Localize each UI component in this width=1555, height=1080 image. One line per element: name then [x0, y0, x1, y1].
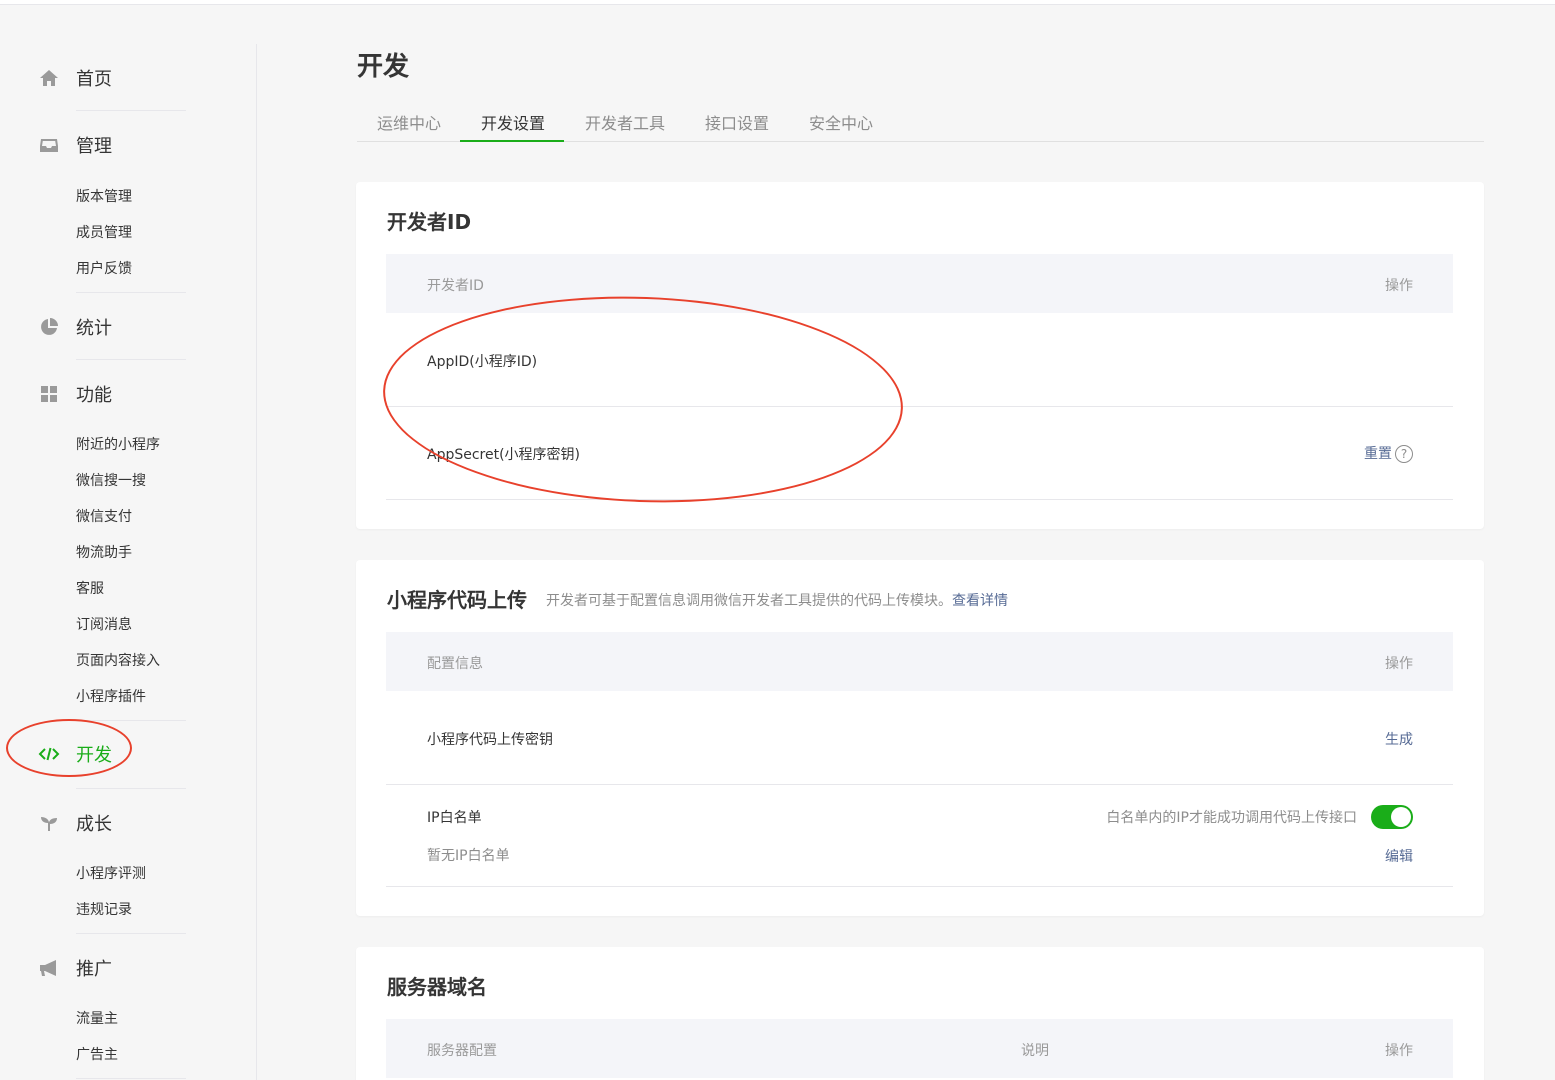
- tab-ops-center[interactable]: 运维中心: [377, 110, 441, 134]
- page-title: 开发: [357, 52, 410, 82]
- tab-security-center[interactable]: 安全中心: [809, 110, 873, 134]
- sidebar-subitem-logistics[interactable]: 物流助手: [76, 542, 132, 562]
- sidebar-item-label: 开发: [76, 745, 112, 766]
- grid-icon: [38, 383, 60, 405]
- view-details-link[interactable]: 查看详情: [952, 593, 1008, 609]
- divider: [76, 110, 186, 111]
- tab-api-settings[interactable]: 接口设置: [705, 110, 769, 134]
- sidebar-item-label: 成长: [76, 814, 112, 835]
- column-header-server-config: 服务器配置: [427, 1043, 497, 1059]
- code-upload-card: 小程序代码上传 开发者可基于配置信息调用微信开发者工具提供的代码上传模块。查看详…: [356, 560, 1484, 916]
- table-header: 开发者ID 操作: [386, 254, 1453, 313]
- tab-dev-settings[interactable]: 开发设置: [481, 110, 545, 134]
- table-header: 配置信息 操作: [386, 632, 1453, 691]
- sidebar-subitem-version[interactable]: 版本管理: [76, 186, 132, 206]
- card-title: 服务器域名: [387, 975, 487, 999]
- column-header-action: 操作: [1385, 1043, 1413, 1059]
- column-header-action: 操作: [1385, 656, 1413, 672]
- ip-whitelist-empty: 暂无IP白名单: [427, 848, 510, 864]
- sidebar-subitem-members[interactable]: 成员管理: [76, 222, 132, 242]
- card-title: 开发者ID: [387, 210, 472, 234]
- reset-label: 重置: [1364, 446, 1392, 462]
- column-header-config: 配置信息: [427, 656, 483, 672]
- sidebar-subitem-publisher[interactable]: 流量主: [76, 1008, 118, 1028]
- home-icon: [38, 67, 60, 89]
- column-header-description: 说明: [1021, 1043, 1049, 1059]
- tab-bar: 运维中心 开发设置 开发者工具 接口设置 安全中心: [357, 100, 1484, 142]
- upload-key-label: 小程序代码上传密钥: [427, 732, 553, 748]
- sidebar-item-label: 功能: [76, 385, 112, 406]
- sidebar-subitem-subscribe[interactable]: 订阅消息: [76, 614, 132, 634]
- row-divider: [386, 406, 1453, 407]
- row-divider: [386, 499, 1453, 500]
- server-domain-card: 服务器域名 服务器配置 说明 操作: [356, 947, 1484, 1080]
- sidebar-subitem-search[interactable]: 微信搜一搜: [76, 470, 146, 490]
- sidebar-subitem-plugin[interactable]: 小程序插件: [76, 686, 146, 706]
- sidebar-subitem-violations[interactable]: 违规记录: [76, 899, 132, 919]
- annotation-ellipse: [6, 719, 132, 777]
- sidebar: 首页 管理 版本管理 成员管理 用户反馈 统计 功能 附近的小程序 微信搜一搜 …: [0, 44, 257, 1080]
- megaphone-icon: [38, 957, 60, 979]
- divider: [76, 359, 186, 360]
- sidebar-subitem-page-content[interactable]: 页面内容接入: [76, 650, 160, 670]
- divider: [76, 1078, 186, 1079]
- appsecret-label: AppSecret(小程序密钥): [427, 447, 581, 463]
- row-divider: [386, 784, 1453, 785]
- code-icon: [38, 743, 60, 765]
- tab-dev-tools[interactable]: 开发者工具: [585, 110, 665, 134]
- sidebar-subitem-advertiser[interactable]: 广告主: [76, 1044, 118, 1064]
- sidebar-item-label: 推广: [76, 959, 112, 980]
- top-bar: [0, 0, 1555, 5]
- ip-whitelist-hint: 白名单内的IP才能成功调用代码上传接口: [1106, 810, 1357, 826]
- sidebar-item-label: 管理: [76, 136, 112, 157]
- card-description: 开发者可基于配置信息调用微信开发者工具提供的代码上传模块。查看详情: [546, 590, 1008, 610]
- edit-whitelist-button[interactable]: 编辑: [1385, 846, 1413, 866]
- column-header-action: 操作: [1385, 278, 1413, 294]
- sidebar-subitem-pay[interactable]: 微信支付: [76, 506, 132, 526]
- developer-id-card: 开发者ID 开发者ID 操作 AppID(小程序ID) AppSecret(小程…: [356, 182, 1484, 529]
- sidebar-item-label: 统计: [76, 318, 112, 339]
- inbox-icon: [38, 134, 60, 156]
- sidebar-item-label: 首页: [76, 69, 112, 90]
- sidebar-subitem-service[interactable]: 客服: [76, 578, 104, 598]
- appid-label: AppID(小程序ID): [427, 354, 538, 370]
- divider: [76, 720, 186, 721]
- table-header: 服务器配置 说明 操作: [386, 1019, 1453, 1078]
- divider: [76, 292, 186, 293]
- divider: [76, 933, 186, 934]
- toggle-knob: [1391, 807, 1411, 827]
- row-divider: [386, 886, 1453, 887]
- description-text: 开发者可基于配置信息调用微信开发者工具提供的代码上传模块。: [546, 593, 952, 609]
- sidebar-subitem-feedback[interactable]: 用户反馈: [76, 258, 132, 278]
- sidebar-subitem-review[interactable]: 小程序评测: [76, 863, 146, 883]
- sprout-icon: [38, 812, 60, 834]
- generate-key-button[interactable]: 生成: [1385, 729, 1413, 749]
- card-title: 小程序代码上传: [387, 588, 527, 612]
- sidebar-subitem-nearby[interactable]: 附近的小程序: [76, 434, 160, 454]
- column-header-id: 开发者ID: [427, 278, 484, 294]
- active-tab-indicator: [460, 140, 564, 142]
- reset-secret-button[interactable]: 重置?: [1364, 443, 1413, 463]
- ip-whitelist-label: IP白名单: [427, 810, 482, 826]
- ip-whitelist-toggle[interactable]: [1371, 805, 1413, 829]
- help-icon[interactable]: ?: [1395, 445, 1413, 463]
- pie-chart-icon: [38, 316, 60, 338]
- divider: [76, 788, 186, 789]
